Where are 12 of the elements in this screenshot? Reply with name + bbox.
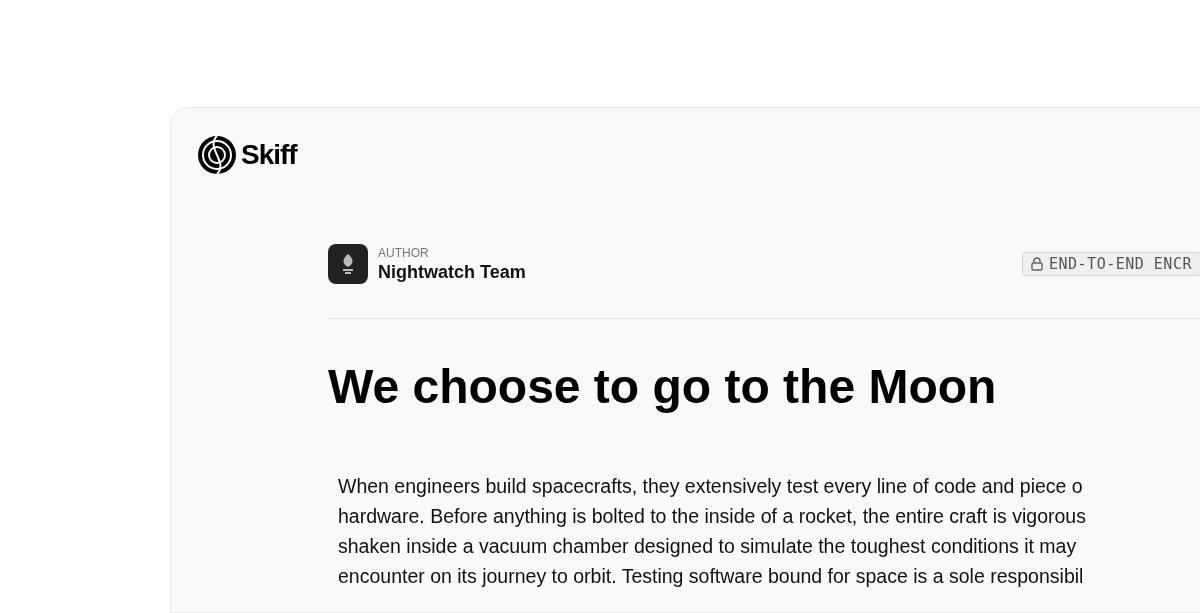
author-name: Nightwatch Team <box>378 261 526 283</box>
body-text-line: When engineers build spacecrafts, they extensively test every line of code and piece o <box>338 474 1084 499</box>
article-title: We choose to go to the Moon <box>328 359 998 415</box>
author-avatar-icon <box>328 244 368 284</box>
body-text-line: hardware. Before anything is bolted to the inside of a rocket, the entire craft is vigorous <box>338 504 1087 529</box>
body-text-line: encounter on its journey to orbit. Testing software bound for space is a sole responsibil <box>338 564 1085 589</box>
logo-icon <box>197 135 237 175</box>
logo-text: Skiff <box>241 138 297 172</box>
body-text-line: shaken inside a vacuum chamber designed to simulate the toughest conditions it may <box>338 534 1078 559</box>
author-label: AUTHOR <box>378 245 430 261</box>
lock-icon <box>1031 257 1043 271</box>
badge-text: END-TO-END ENCR <box>1049 253 1192 275</box>
